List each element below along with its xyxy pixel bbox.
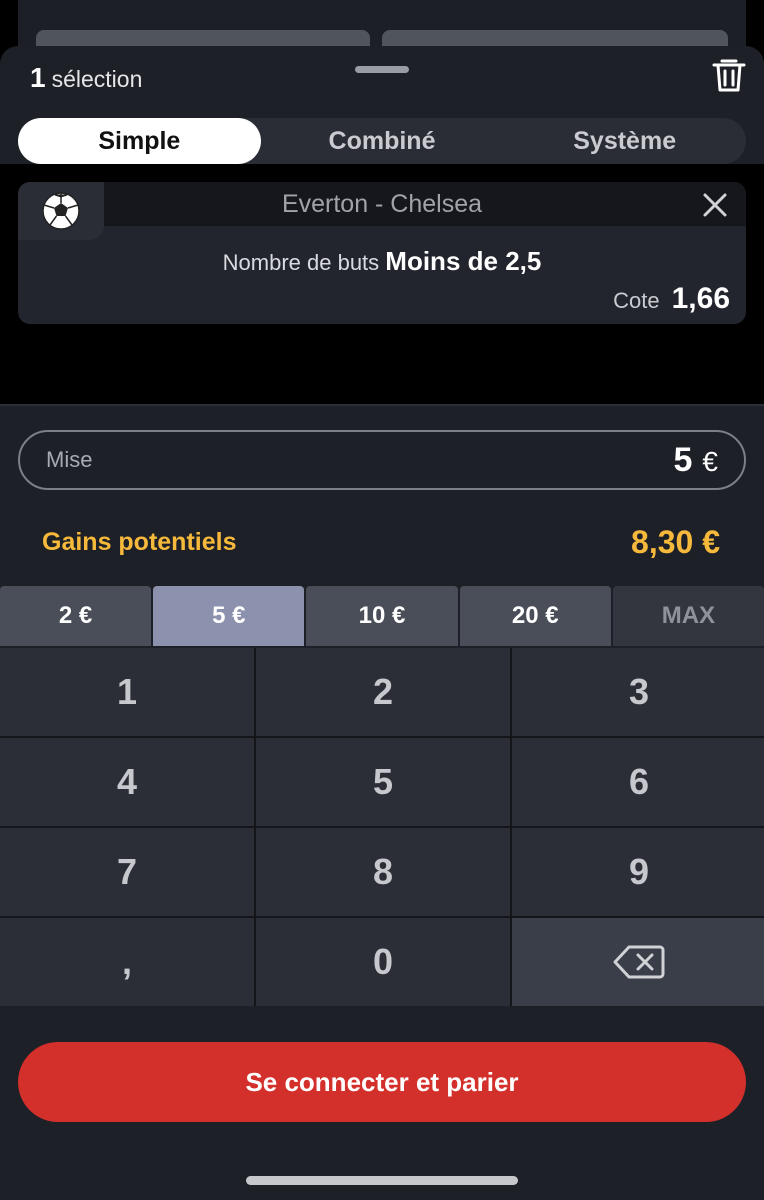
market-label: Nombre de buts	[222, 250, 380, 275]
key-2[interactable]: 2	[256, 648, 510, 736]
trash-icon[interactable]	[708, 54, 750, 96]
market-selection: Moins de 2,5	[385, 246, 542, 276]
selection-count: 1 sélection	[30, 62, 142, 94]
odds-value: 1,66	[671, 282, 730, 315]
key-6[interactable]: 6	[512, 738, 764, 826]
sheet-grabber[interactable]	[355, 66, 409, 73]
key-4[interactable]: 4	[0, 738, 254, 826]
bet-type-tabs: Simple Combiné Système	[18, 118, 746, 164]
stake-amount: 5	[673, 440, 693, 479]
potential-gains-value: 8,30 €	[631, 524, 720, 560]
odds-label: Cote	[613, 288, 660, 313]
key-5[interactable]: 5	[256, 738, 510, 826]
key-7[interactable]: 7	[0, 828, 254, 916]
key-comma[interactable]: ,	[0, 918, 254, 1006]
odds: Cote 1,66	[613, 282, 730, 316]
key-1[interactable]: 1	[0, 648, 254, 736]
key-backspace[interactable]	[512, 918, 764, 1006]
soccer-ball-icon	[42, 192, 80, 230]
key-8[interactable]: 8	[256, 828, 510, 916]
stake-input[interactable]: Mise 5 €	[18, 430, 746, 490]
quick-amount-max[interactable]: MAX	[612, 586, 764, 646]
quick-amounts: 2 € 5 € 10 € 20 € MAX	[0, 586, 764, 646]
key-3[interactable]: 3	[512, 648, 764, 736]
tab-simple[interactable]: Simple	[18, 118, 261, 164]
numeric-keypad: 1 2 3 4 5 6 7 8 9 , 0	[0, 648, 764, 1006]
backspace-icon	[613, 945, 665, 979]
login-and-bet-button[interactable]: Se connecter et parier	[18, 1042, 746, 1122]
potential-gains-label: Gains potentiels	[42, 528, 237, 556]
key-9[interactable]: 9	[512, 828, 764, 916]
match-name: Everton - Chelsea	[281, 190, 483, 218]
key-0[interactable]: 0	[256, 918, 510, 1006]
selection-card: Everton - Chelsea Nombre de buts Moins d…	[18, 182, 746, 324]
close-icon[interactable]	[700, 190, 730, 220]
selection-count-label: sélection	[51, 66, 143, 92]
stake-label: Mise	[46, 447, 93, 472]
stake-value: 5 €	[674, 441, 719, 480]
home-indicator[interactable]	[246, 1176, 518, 1185]
quick-amount-10[interactable]: 10 €	[306, 586, 458, 646]
market-line: Nombre de buts Moins de 2,5	[18, 246, 746, 277]
quick-amount-5[interactable]: 5 €	[153, 586, 305, 646]
stake-currency: €	[702, 445, 718, 477]
quick-amount-2[interactable]: 2 €	[0, 586, 152, 646]
selection-count-number: 1	[30, 62, 46, 93]
tab-combine[interactable]: Combiné	[261, 118, 504, 164]
tab-systeme[interactable]: Système	[503, 118, 746, 164]
quick-amount-20[interactable]: 20 €	[459, 586, 611, 646]
sport-badge	[18, 182, 104, 240]
